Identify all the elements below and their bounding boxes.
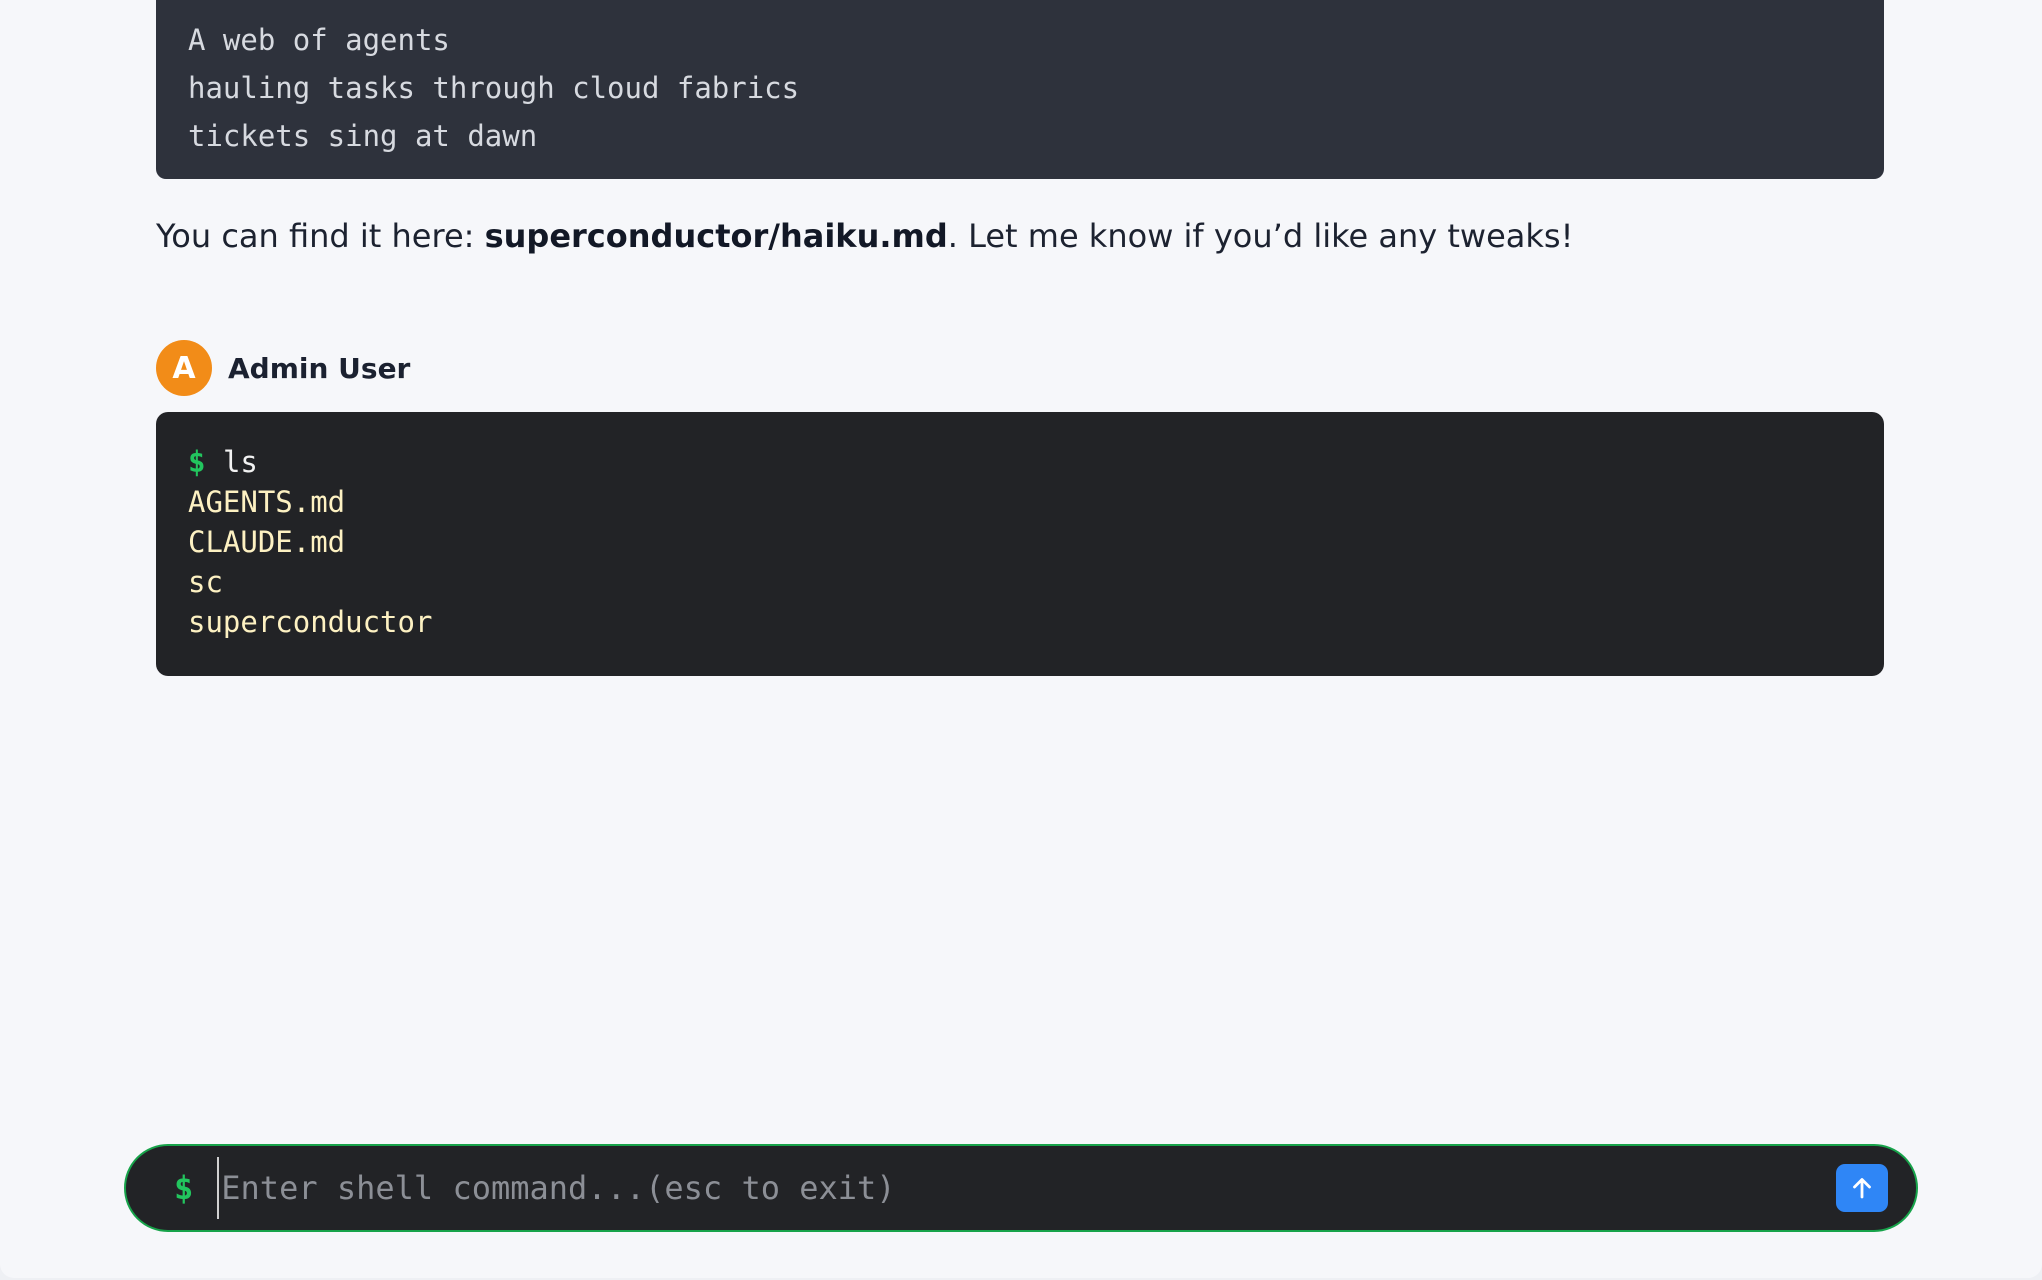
chat-page: A web of agents hauling tasks through cl… [0, 0, 2042, 1278]
shell-prompt-symbol: $ [174, 1169, 194, 1207]
reply-prefix: You can find it here: [156, 217, 485, 255]
author-name: Admin User [228, 351, 411, 385]
output-line: CLAUDE.md [188, 525, 346, 559]
haiku-line: tickets sing at dawn [188, 119, 538, 153]
output-line: AGENTS.md [188, 485, 346, 519]
command-text: ls [222, 445, 258, 479]
haiku-line: A web of agents [188, 23, 450, 57]
reply-suffix: . Let me know if you’d like any tweaks! [947, 217, 1574, 255]
message-author: A Admin User [156, 340, 410, 396]
prompt-symbol: $ [188, 445, 206, 479]
file-path-link: superconductor/haiku.md [484, 217, 948, 255]
avatar: A [156, 340, 212, 396]
output-line: sc [188, 565, 223, 599]
command-line: $ ls [188, 442, 1884, 482]
haiku-line: hauling tasks through cloud fabrics [188, 71, 800, 105]
terminal-output-block: $ ls AGENTS.md CLAUDE.md sc superconduct… [156, 412, 1884, 676]
assistant-reply-text: You can find it here: superconductor/hai… [156, 212, 1573, 260]
haiku-code-block: A web of agents hauling tasks through cl… [156, 0, 1884, 179]
send-button[interactable] [1836, 1164, 1888, 1212]
shell-input-bar: $ [124, 1144, 1918, 1232]
arrow-up-icon [1853, 1178, 1871, 1199]
shell-command-input[interactable] [217, 1157, 1836, 1219]
output-line: superconductor [188, 605, 433, 639]
